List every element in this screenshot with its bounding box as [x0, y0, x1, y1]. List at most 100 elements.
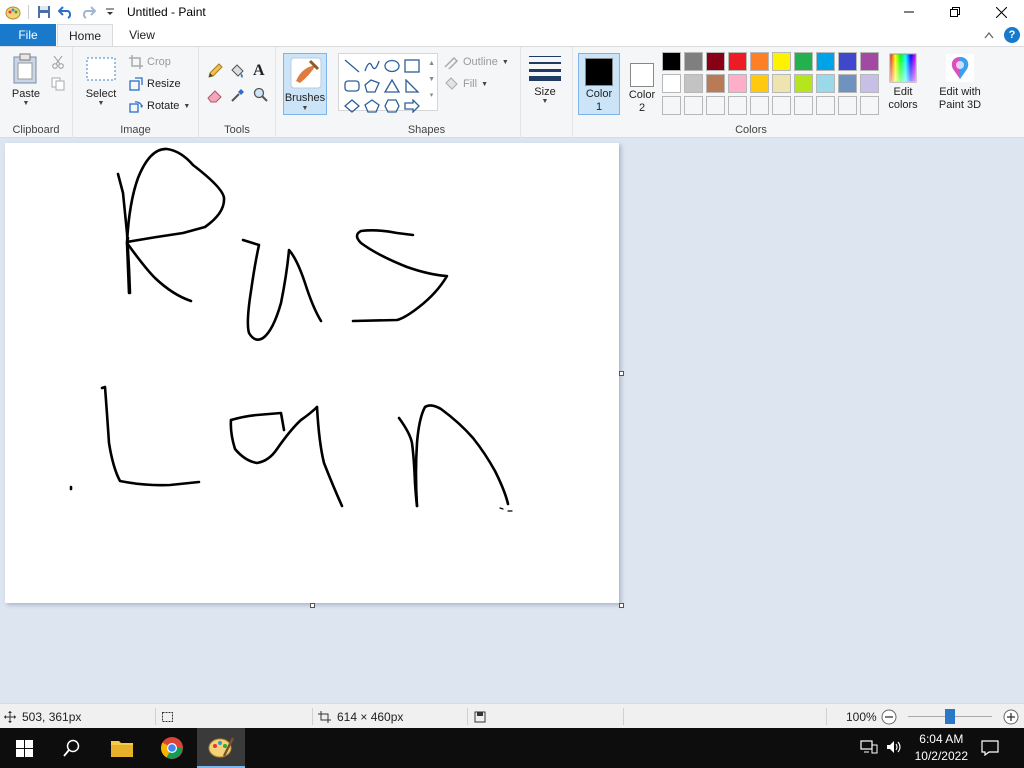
undo-icon[interactable]: [55, 1, 77, 23]
paint-app-icon[interactable]: [2, 1, 24, 23]
tools-group: A Tools: [199, 47, 276, 139]
palette-swatch[interactable]: [706, 96, 725, 115]
palette-swatch[interactable]: [838, 96, 857, 115]
zoom-in-button[interactable]: [1003, 704, 1019, 729]
redo-icon[interactable]: [77, 1, 99, 23]
palette-swatch[interactable]: [816, 52, 835, 71]
polygon-shape-icon[interactable]: [362, 76, 382, 96]
collapse-ribbon-icon[interactable]: [984, 28, 994, 42]
magnifier-icon[interactable]: [253, 87, 269, 106]
diamond-shape-icon[interactable]: [342, 96, 362, 116]
select-rectangle-icon: [86, 57, 116, 81]
pentagon-shape-icon[interactable]: [362, 96, 382, 116]
tab-home[interactable]: Home: [57, 24, 113, 47]
palette-swatch[interactable]: [860, 52, 879, 71]
cut-icon[interactable]: [51, 55, 65, 72]
palette-swatch[interactable]: [662, 74, 681, 93]
network-icon[interactable]: [860, 739, 878, 757]
palette-swatch[interactable]: [728, 96, 747, 115]
palette-swatch[interactable]: [684, 74, 703, 93]
pencil-icon[interactable]: [207, 63, 223, 82]
rounded-rectangle-shape-icon[interactable]: [342, 76, 362, 96]
color-2-button[interactable]: Color 2: [622, 53, 662, 115]
minimize-button[interactable]: [886, 0, 932, 24]
resize-handle-bottom[interactable]: [310, 603, 315, 608]
customize-quick-access-icon[interactable]: [99, 1, 121, 23]
palette-swatch[interactable]: [772, 96, 791, 115]
edit-colors-button[interactable]: Edit colors: [882, 53, 924, 112]
palette-swatch[interactable]: [860, 74, 879, 93]
window-title: Untitled - Paint: [127, 5, 206, 19]
palette-swatch[interactable]: [750, 52, 769, 71]
palette-swatch[interactable]: [684, 52, 703, 71]
resize-button[interactable]: Resize: [129, 74, 181, 94]
palette-swatch[interactable]: [816, 96, 835, 115]
drawing-canvas[interactable]: [5, 143, 619, 603]
palette-swatch[interactable]: [772, 52, 791, 71]
rectangle-shape-icon[interactable]: [402, 56, 422, 76]
file-explorer-button[interactable]: [98, 728, 146, 768]
palette-swatch[interactable]: [794, 74, 813, 93]
line-shape-icon[interactable]: [342, 56, 362, 76]
fill-dropdown-icon: ▼: [481, 80, 488, 88]
palette-swatch[interactable]: [706, 74, 725, 93]
palette-swatch[interactable]: [750, 96, 769, 115]
right-triangle-shape-icon[interactable]: [402, 76, 422, 96]
palette-swatch[interactable]: [750, 74, 769, 93]
system-tray: [860, 728, 904, 768]
hexagon-shape-icon[interactable]: [382, 96, 402, 116]
notifications-button[interactable]: [981, 728, 999, 768]
clock-date: 10/2/2022: [914, 749, 968, 763]
palette-swatch[interactable]: [860, 96, 879, 115]
chrome-button[interactable]: [148, 728, 196, 768]
curve-shape-icon[interactable]: [362, 56, 382, 76]
paint3d-icon: [946, 54, 974, 82]
right-arrow-shape-icon[interactable]: [402, 96, 422, 116]
select-button[interactable]: Select ▼: [81, 53, 121, 107]
close-button[interactable]: [978, 0, 1024, 24]
paste-button[interactable]: Paste ▼: [6, 53, 46, 107]
brushes-button[interactable]: Brushes ▼: [283, 53, 327, 115]
shapes-scroll-icon[interactable]: ▲ ▼ ▾: [428, 56, 435, 104]
clock[interactable]: 6:04 AM 10/2/2022: [915, 731, 968, 765]
save-icon[interactable]: [33, 1, 55, 23]
palette-swatch[interactable]: [838, 74, 857, 93]
oval-shape-icon[interactable]: [382, 56, 402, 76]
resize-handle-corner[interactable]: [619, 603, 624, 608]
restore-button[interactable]: [932, 0, 978, 24]
crop-button[interactable]: Crop: [129, 52, 171, 72]
search-button[interactable]: [48, 728, 96, 768]
resize-handle-right[interactable]: [619, 371, 624, 376]
color-1-button[interactable]: Color 1: [578, 53, 620, 115]
palette-swatch[interactable]: [816, 74, 835, 93]
eraser-icon[interactable]: [207, 87, 223, 106]
palette-swatch[interactable]: [662, 96, 681, 115]
edit-with-paint3d-button[interactable]: Edit with Paint 3D: [934, 53, 986, 112]
zoom-out-button[interactable]: [881, 704, 897, 729]
palette-swatch[interactable]: [794, 52, 813, 71]
volume-icon[interactable]: [886, 740, 904, 757]
paint-taskbar-button[interactable]: [197, 728, 245, 768]
zoom-slider-thumb[interactable]: [945, 709, 955, 724]
copy-icon[interactable]: [51, 77, 65, 94]
palette-swatch[interactable]: [684, 96, 703, 115]
palette-swatch[interactable]: [706, 52, 725, 71]
outline-label: Outline: [463, 56, 498, 68]
tab-view[interactable]: View: [114, 24, 170, 46]
fill-button[interactable]: Fill ▼: [443, 74, 488, 94]
text-tool-icon[interactable]: A: [253, 62, 265, 80]
palette-swatch[interactable]: [794, 96, 813, 115]
fill-bucket-icon[interactable]: [229, 63, 245, 82]
color-picker-icon[interactable]: [230, 87, 246, 106]
palette-swatch[interactable]: [728, 74, 747, 93]
palette-swatch[interactable]: [728, 52, 747, 71]
start-button[interactable]: [0, 728, 48, 768]
rotate-button[interactable]: Rotate ▼: [129, 96, 190, 116]
outline-button[interactable]: Outline ▼: [443, 52, 509, 72]
palette-swatch[interactable]: [662, 52, 681, 71]
triangle-shape-icon[interactable]: [382, 76, 402, 96]
help-icon[interactable]: ?: [1004, 27, 1020, 43]
tab-file[interactable]: File: [0, 24, 56, 46]
palette-swatch[interactable]: [772, 74, 791, 93]
palette-swatch[interactable]: [838, 52, 857, 71]
